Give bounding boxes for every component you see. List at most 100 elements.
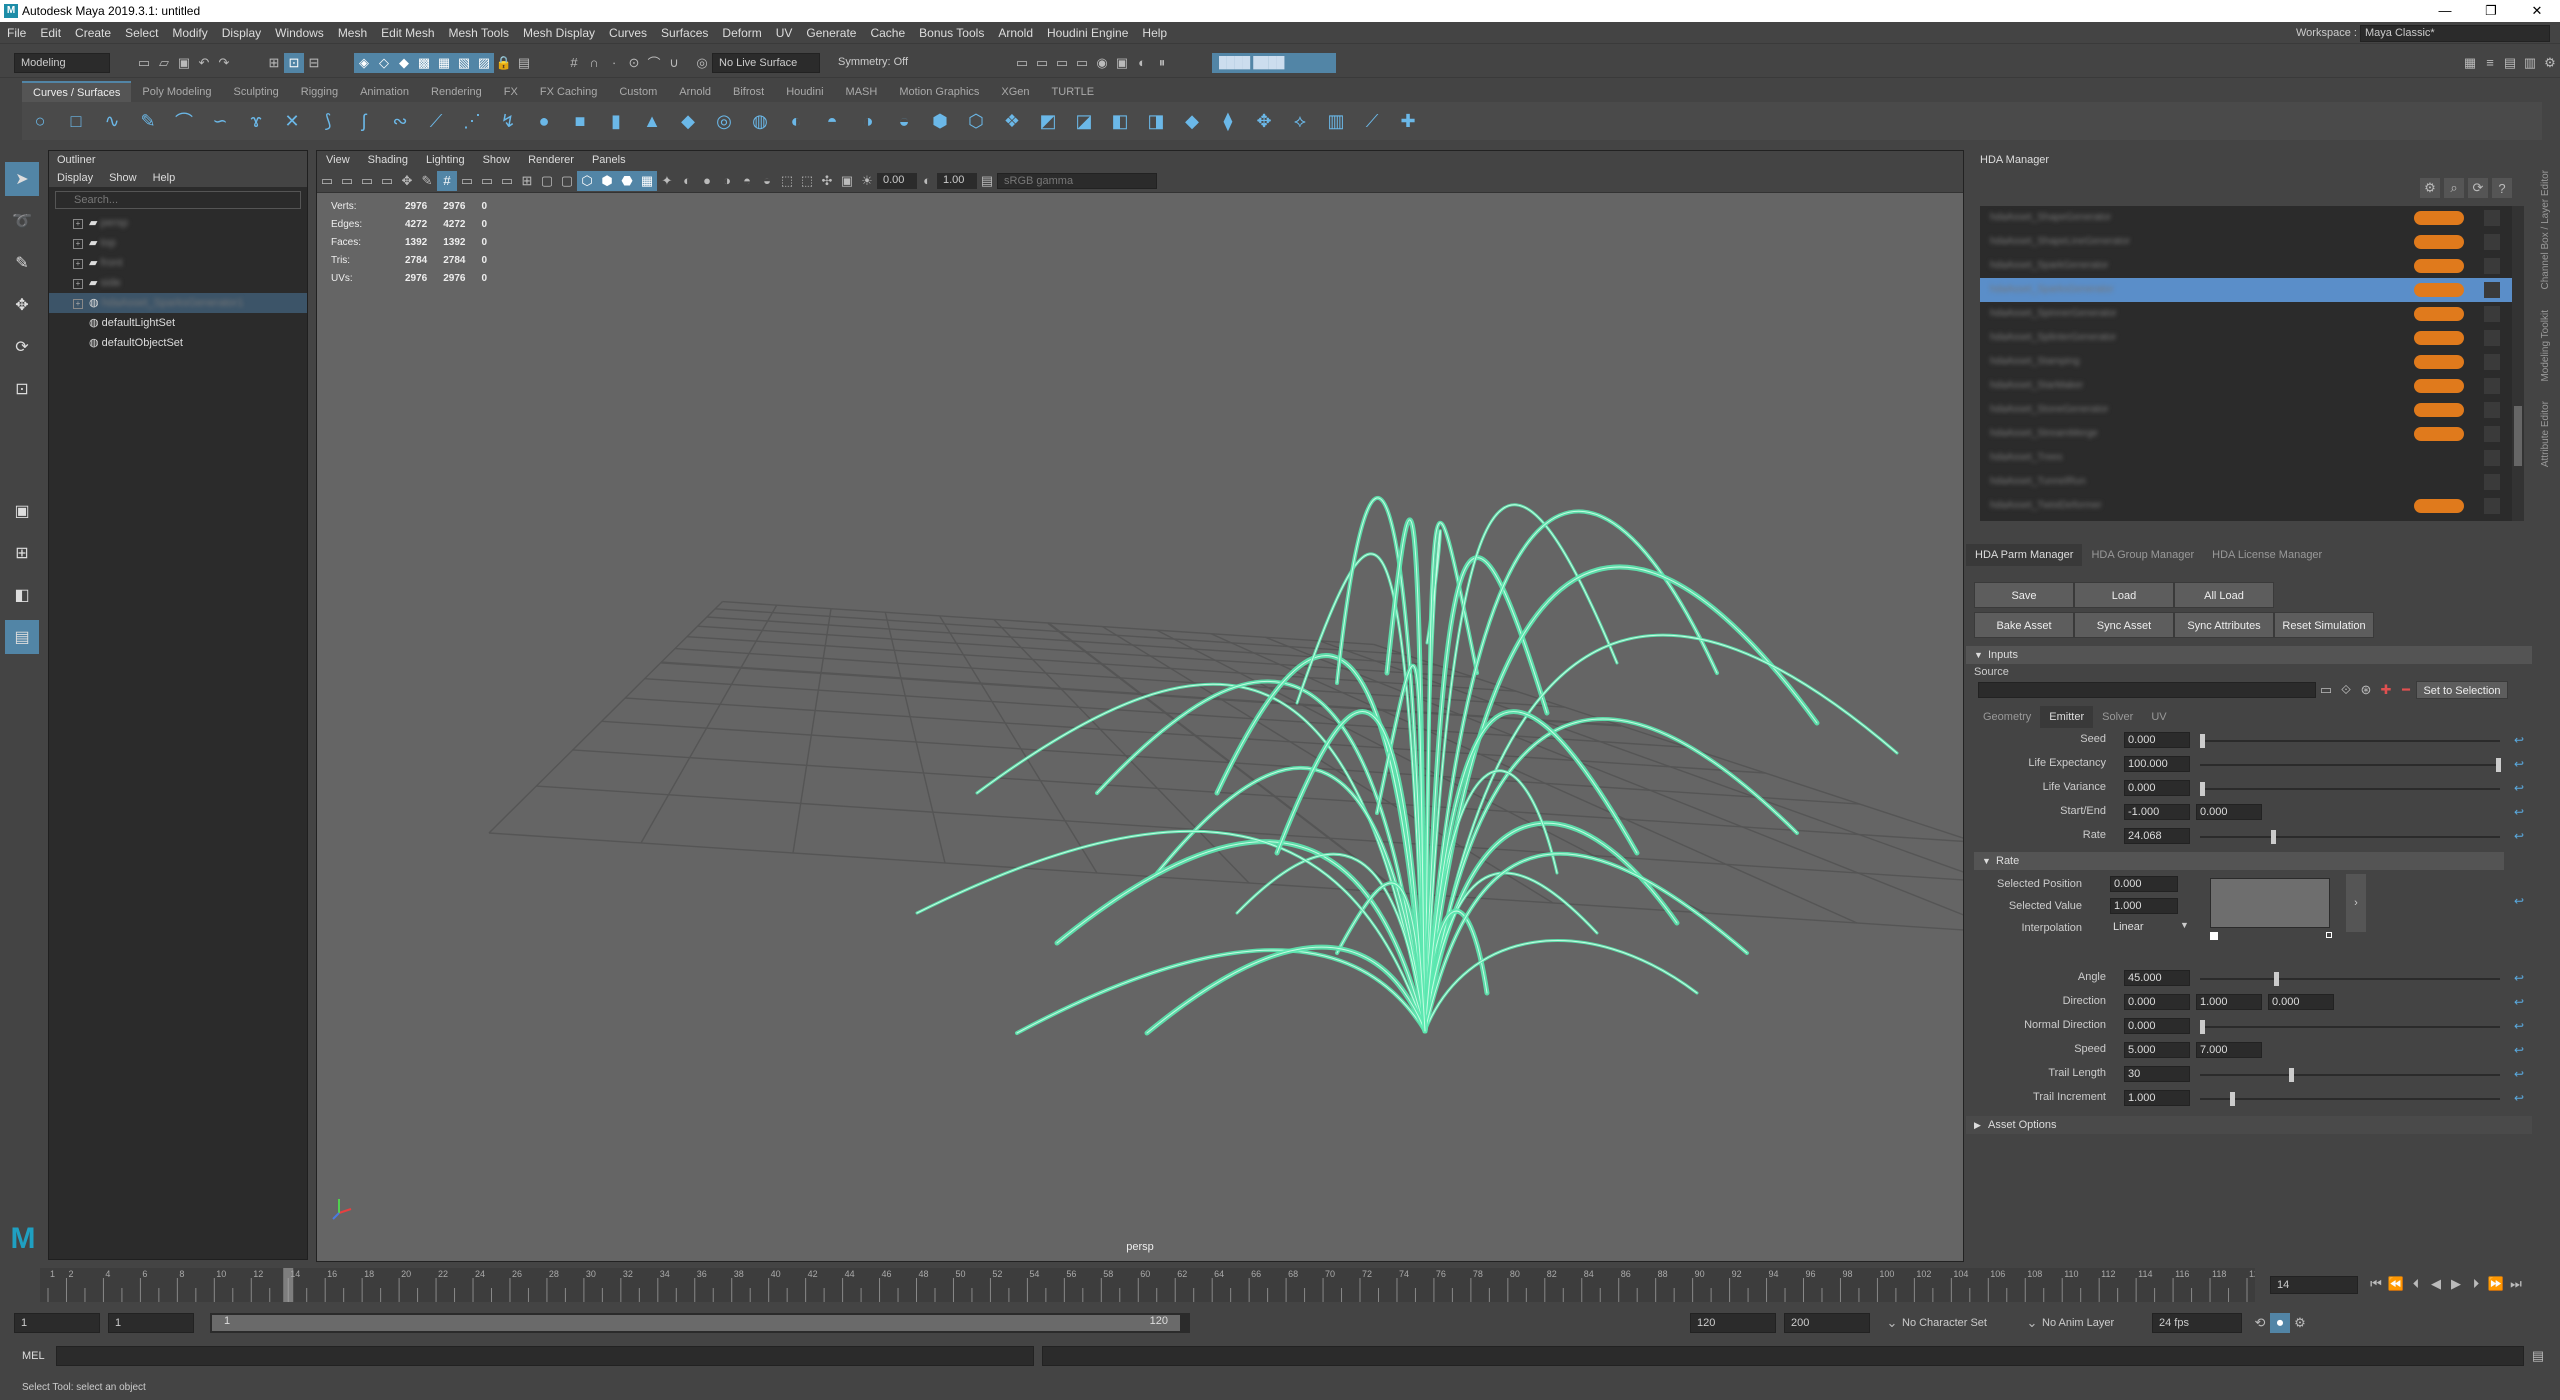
menu-deform[interactable]: Deform bbox=[715, 22, 768, 44]
close-button[interactable]: ✕ bbox=[2514, 0, 2560, 22]
hda-asset-item[interactable]: hdaAsset_StarMaker bbox=[1980, 374, 2512, 398]
outliner-item[interactable]: + ▰ front bbox=[49, 253, 307, 273]
asset-checkbox[interactable] bbox=[2484, 354, 2500, 370]
keyframe-icon[interactable]: ↩ bbox=[2514, 894, 2524, 908]
character-set-dropdown[interactable]: No Character Set bbox=[1902, 1317, 2022, 1329]
shelf-tab-curves-surfaces[interactable]: Curves / Surfaces bbox=[22, 81, 132, 103]
parm-slider-handle[interactable] bbox=[2200, 1020, 2205, 1034]
hda-list-scrollbar[interactable] bbox=[2512, 206, 2524, 521]
script-language-toggle[interactable]: MEL bbox=[0, 1350, 56, 1362]
attribute-editor-icon[interactable]: ≡ bbox=[2480, 53, 2500, 73]
single-view-icon[interactable]: ▣ bbox=[5, 494, 39, 528]
remove-input-icon[interactable]: ━ bbox=[2396, 680, 2416, 700]
shelf-tab-mash[interactable]: MASH bbox=[835, 82, 889, 102]
parm-value-field[interactable]: 0.000 bbox=[2196, 804, 2262, 820]
parm-slider-handle[interactable] bbox=[2200, 734, 2205, 748]
animation-end-field[interactable]: 200 bbox=[1784, 1313, 1870, 1333]
hda-asset-item[interactable]: hdaAsset_Trees bbox=[1980, 446, 2512, 470]
ipr-render-icon[interactable]: ▭ bbox=[1052, 53, 1072, 73]
sculpt-surface-icon[interactable]: ▥ bbox=[1318, 103, 1354, 139]
outliner-item[interactable]: ◍ defaultObjectSet bbox=[49, 333, 307, 353]
asset-checkbox[interactable] bbox=[2484, 474, 2500, 490]
2d-pan-icon[interactable]: ✥ bbox=[397, 171, 417, 191]
color-management-icon[interactable]: ▤ bbox=[977, 171, 997, 191]
shelf-tab-arnold[interactable]: Arnold bbox=[668, 82, 722, 102]
channel-box-icon[interactable]: ▥ bbox=[2520, 53, 2540, 73]
depth-of-field-icon[interactable]: ◒ bbox=[757, 171, 777, 191]
project-curve-icon[interactable]: ⋰ bbox=[454, 103, 490, 139]
nurbs-plane-icon[interactable]: ◆ bbox=[670, 103, 706, 139]
asset-checkbox[interactable] bbox=[2484, 378, 2500, 394]
select-by-dynamics-icon[interactable]: ▧ bbox=[454, 52, 474, 73]
hda-asset-item[interactable]: hdaAsset_SparkGenerator bbox=[1980, 254, 2512, 278]
user-account-dropdown[interactable]: ████ ████ bbox=[1212, 52, 1336, 73]
symmetry-dropdown[interactable]: Symmetry: Off bbox=[832, 53, 952, 73]
viewport-menu-shading[interactable]: Shading bbox=[359, 151, 417, 169]
menu-cache[interactable]: Cache bbox=[863, 22, 912, 44]
hypershade-icon[interactable]: ◉ bbox=[1092, 53, 1112, 73]
menu-mesh-display[interactable]: Mesh Display bbox=[516, 22, 602, 44]
render-setup-icon[interactable]: ▣ bbox=[1112, 53, 1132, 73]
character-set-icon[interactable]: ⌄ bbox=[1882, 1313, 1902, 1333]
gate-mask-icon[interactable]: ▭ bbox=[497, 171, 517, 191]
shelf-tab-custom[interactable]: Custom bbox=[608, 82, 668, 102]
menu-bonus-tools[interactable]: Bonus Tools bbox=[912, 22, 991, 44]
safe-action-icon[interactable]: ▢ bbox=[537, 171, 557, 191]
version-badge[interactable] bbox=[2414, 499, 2464, 513]
add-input-icon[interactable]: ✚ bbox=[2376, 680, 2396, 700]
new-scene-icon[interactable]: ▭ bbox=[134, 53, 154, 73]
menu-surfaces[interactable]: Surfaces bbox=[654, 22, 715, 44]
subtab-emitter[interactable]: Emitter bbox=[2040, 706, 2094, 728]
parm-value-field[interactable]: 45.000 bbox=[2124, 970, 2190, 986]
all-load-button[interactable]: All Load bbox=[2174, 582, 2274, 608]
viewport-menu-view[interactable]: View bbox=[317, 151, 359, 169]
parm-slider-handle[interactable] bbox=[2288, 1068, 2294, 1082]
maximize-button[interactable]: ❐ bbox=[2468, 0, 2514, 22]
highlight-selection-icon[interactable]: ▤ bbox=[514, 53, 534, 73]
select-component-icon[interactable]: ⊟ bbox=[304, 53, 324, 73]
outliner-search-input[interactable]: Search... bbox=[55, 191, 301, 209]
version-badge[interactable] bbox=[2414, 355, 2464, 369]
save-button[interactable]: Save bbox=[1974, 582, 2074, 608]
parm-slider-track[interactable] bbox=[2200, 1098, 2500, 1100]
gamma-icon[interactable]: ◐ bbox=[917, 171, 937, 191]
command-input[interactable] bbox=[56, 1346, 1034, 1366]
live-surface-field[interactable]: No Live Surface bbox=[712, 52, 820, 73]
menu-set-dropdown[interactable]: Modeling bbox=[14, 52, 110, 73]
select-by-curve-icon[interactable]: ◆ bbox=[394, 52, 414, 73]
gamma-field[interactable]: 1.00 bbox=[937, 172, 977, 189]
hda-asset-item[interactable]: hdaAsset_SplinterGenerator bbox=[1980, 326, 2512, 350]
select-node-icon[interactable]: ▭ bbox=[2316, 680, 2336, 700]
menu-create[interactable]: Create bbox=[68, 22, 118, 44]
menu-file[interactable]: File bbox=[0, 22, 33, 44]
step-back-frame-icon[interactable]: ⏴ bbox=[2406, 1274, 2426, 1294]
expand-icon[interactable]: + bbox=[73, 279, 83, 289]
asset-checkbox[interactable] bbox=[2484, 282, 2500, 298]
hda-asset-item[interactable]: hdaAsset_SparksGenerator bbox=[1980, 278, 2512, 302]
shelf-tab-fx[interactable]: FX bbox=[493, 82, 529, 102]
hda-asset-item[interactable]: hdaAsset_SpinnerGenerator bbox=[1980, 302, 2512, 326]
hda-asset-item[interactable]: hdaAsset_ShapeGenerator bbox=[1980, 206, 2512, 230]
nurbs-sphere-icon[interactable]: ● bbox=[526, 103, 562, 139]
viewport-menu-panels[interactable]: Panels bbox=[583, 151, 635, 169]
offset-surface-icon[interactable]: ✥ bbox=[1246, 103, 1282, 139]
parm-value-field[interactable]: 0.000 bbox=[2124, 1018, 2190, 1034]
parm-value-field[interactable]: 1.000 bbox=[2124, 1090, 2190, 1106]
keyframe-icon[interactable]: ↩ bbox=[2514, 733, 2524, 747]
version-badge[interactable] bbox=[2414, 211, 2464, 225]
side-tab-modeling-toolkit[interactable]: Modeling Toolkit bbox=[2540, 310, 2551, 382]
current-frame-field[interactable]: 14 bbox=[2270, 1276, 2358, 1294]
interpolation-dropdown[interactable]: Linear bbox=[2110, 920, 2190, 936]
nurbs-cylinder-icon[interactable]: ▮ bbox=[598, 103, 634, 139]
arc-icon[interactable]: ⌒ bbox=[166, 103, 202, 139]
node-editor-icon[interactable]: ⊛ bbox=[2356, 680, 2376, 700]
rebuild-surface-icon[interactable]: ⟡ bbox=[1282, 103, 1318, 139]
parm-value-field[interactable]: -1.000 bbox=[2124, 804, 2190, 820]
grid-icon[interactable]: # bbox=[437, 170, 457, 191]
field-chart-icon[interactable]: ⊞ bbox=[517, 171, 537, 191]
parm-value-field[interactable]: 24.068 bbox=[2124, 828, 2190, 844]
parm-slider-handle[interactable] bbox=[2229, 1092, 2235, 1106]
playblast-icon[interactable]: ⏸ bbox=[1152, 53, 1172, 73]
select-by-deform-icon[interactable]: ▦ bbox=[434, 52, 454, 73]
hda-asset-item[interactable]: hdaAsset_TwistDeformer bbox=[1980, 494, 2512, 518]
